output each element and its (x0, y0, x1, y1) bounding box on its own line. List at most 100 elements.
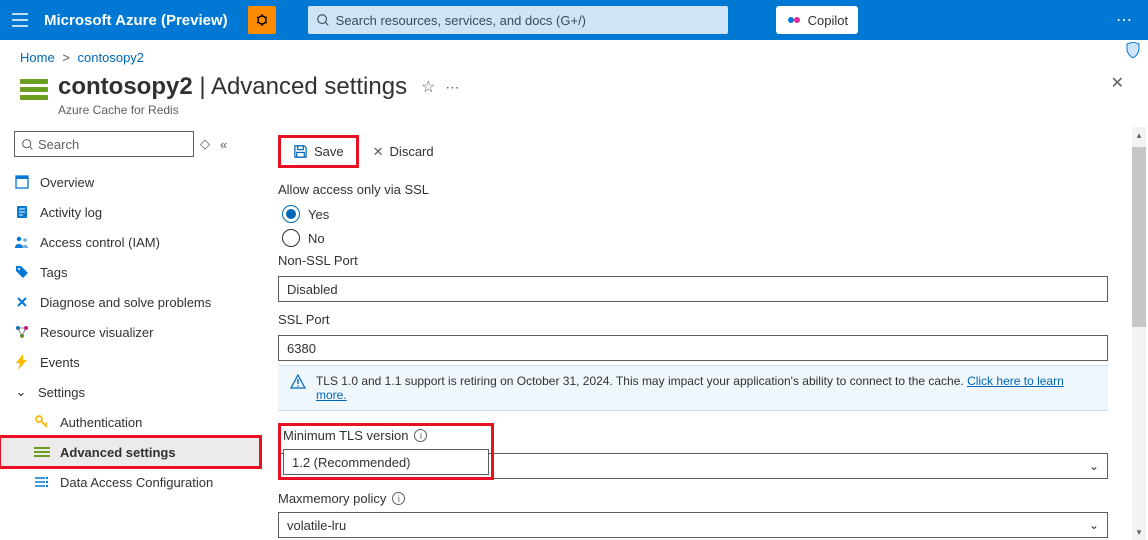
sidebar-group-settings[interactable]: ⌄ Settings (0, 377, 260, 407)
resource-sidebar: Search ◇ « Overview Activity log Access … (0, 127, 260, 540)
collapse-sidebar-icon[interactable]: « (220, 137, 227, 152)
scroll-down-arrow-icon[interactable]: ▾ (1132, 524, 1146, 540)
hamburger-menu-icon[interactable] (8, 8, 32, 32)
scroll-up-arrow-icon[interactable]: ▴ (1132, 127, 1146, 143)
sidebar-label: Settings (38, 385, 85, 400)
radio-unselected-icon (282, 229, 300, 247)
ssl-no-radio[interactable]: No (282, 229, 1130, 247)
shield-icon (1126, 42, 1140, 61)
activity-log-icon (14, 204, 30, 220)
breadcrumb-separator: > (58, 50, 74, 65)
content-toolbar: Save ✕ Discard (278, 135, 1130, 168)
preview-bug-icon[interactable] (248, 6, 276, 34)
tls-version-select-preview: 1.2 (Recommended) (283, 449, 489, 475)
sidebar-item-iam[interactable]: Access control (IAM) (0, 227, 260, 257)
chevron-down-icon: ⌄ (1089, 518, 1099, 532)
sidebar-label: Advanced settings (60, 445, 176, 460)
close-blade-button[interactable]: ✕ (1111, 73, 1124, 93)
highlight-tls: Minimum TLS version i 1.2 (Recommended) (278, 423, 494, 480)
ssl-port-input[interactable]: 6380 (278, 335, 1108, 361)
iam-icon (14, 234, 30, 250)
visualizer-icon (14, 324, 30, 340)
sidebar-item-diagnose[interactable]: Diagnose and solve problems (0, 287, 260, 317)
radio-selected-icon (282, 205, 300, 223)
copilot-button[interactable]: Copilot (776, 6, 858, 34)
advanced-settings-icon (34, 444, 50, 460)
sidebar-label: Data Access Configuration (60, 475, 213, 490)
breadcrumb-home[interactable]: Home (20, 50, 55, 65)
sidebar-label: Diagnose and solve problems (40, 295, 211, 310)
page-title-section: Advanced settings (211, 73, 407, 100)
search-icon (21, 138, 34, 151)
chevron-down-icon: ⌄ (1089, 459, 1099, 473)
radio-label: Yes (308, 207, 329, 222)
sidebar-item-visualizer[interactable]: Resource visualizer (0, 317, 260, 347)
search-icon (316, 13, 330, 27)
sidebar-search-input[interactable]: Search (14, 131, 194, 157)
sidebar-item-advanced-settings[interactable]: Advanced settings (0, 437, 260, 467)
diagnose-icon (14, 294, 30, 310)
sidebar-label: Events (40, 355, 80, 370)
key-icon (34, 414, 50, 430)
page-header: contosopy2 | Advanced settings ☆ ⋯ Azure… (0, 69, 1148, 127)
select-value: 1.2 (Recommended) (292, 455, 411, 470)
sidebar-item-activity-log[interactable]: Activity log (0, 197, 260, 227)
warning-icon (290, 374, 306, 390)
tls-version-label: Minimum TLS version (283, 428, 408, 443)
highlight-save: Save (278, 135, 359, 168)
sidebar-label: Overview (40, 175, 94, 190)
events-icon (14, 354, 30, 370)
info-icon[interactable]: i (414, 429, 427, 442)
radio-label: No (308, 231, 325, 246)
brand-title: Microsoft Azure (Preview) (44, 12, 228, 29)
sidebar-label: Tags (40, 265, 67, 280)
copilot-label: Copilot (808, 13, 848, 28)
breadcrumb: Home > contosopy2 (0, 40, 1148, 69)
breadcrumb-resource[interactable]: contosopy2 (78, 50, 145, 65)
sidebar-item-data-access[interactable]: Data Access Configuration (0, 467, 260, 497)
page-title-resource: contosopy2 (58, 73, 193, 100)
ssl-yes-radio[interactable]: Yes (282, 205, 1130, 223)
discard-button[interactable]: ✕ Discard (363, 140, 444, 164)
page-title: contosopy2 | Advanced settings (58, 73, 407, 101)
sidebar-search-placeholder: Search (38, 137, 79, 152)
redis-resource-icon (20, 79, 48, 103)
global-search-placeholder: Search resources, services, and docs (G+… (336, 13, 586, 28)
save-button[interactable]: Save (283, 140, 354, 163)
content-pane: Save ✕ Discard Allow access only via SSL… (260, 127, 1148, 540)
ssl-port-label: SSL Port (278, 312, 1130, 327)
header-more-icon[interactable]: ⋯ (445, 79, 459, 96)
sidebar-label: Access control (IAM) (40, 235, 160, 250)
nonssl-port-input[interactable]: Disabled (278, 276, 1108, 302)
tags-icon (14, 264, 30, 280)
nonssl-port-label: Non-SSL Port (278, 253, 1130, 268)
pin-icon[interactable]: ◇ (200, 136, 210, 152)
input-value: 6380 (287, 341, 316, 356)
sidebar-label: Activity log (40, 205, 102, 220)
input-value: Disabled (287, 282, 338, 297)
tls-retirement-banner: TLS 1.0 and 1.1 support is retiring on O… (278, 365, 1108, 411)
page-subtitle: Azure Cache for Redis (58, 103, 459, 117)
data-access-icon (34, 474, 50, 490)
sidebar-label: Resource visualizer (40, 325, 153, 340)
global-search-input[interactable]: Search resources, services, and docs (G+… (308, 6, 728, 34)
ssl-access-label: Allow access only via SSL (278, 182, 1130, 197)
discard-label: Discard (390, 144, 434, 159)
sidebar-item-tags[interactable]: Tags (0, 257, 260, 287)
sidebar-item-events[interactable]: Events (0, 347, 260, 377)
sidebar-item-overview[interactable]: Overview (0, 167, 260, 197)
maxmemory-select[interactable]: volatile-lru ⌄ (278, 512, 1108, 538)
copilot-icon (786, 12, 802, 28)
chevron-down-icon: ⌄ (14, 384, 28, 400)
page-title-sep: | (193, 73, 211, 100)
discard-x-icon: ✕ (373, 144, 384, 160)
maxmemory-label: Maxmemory policy (278, 491, 386, 506)
info-icon[interactable]: i (392, 492, 405, 505)
global-topbar: Microsoft Azure (Preview) Search resourc… (0, 0, 1148, 40)
overview-icon (14, 174, 30, 190)
favorite-star-icon[interactable]: ☆ (421, 77, 435, 97)
topbar-more-icon[interactable]: ⋯ (1108, 10, 1140, 30)
select-value: volatile-lru (287, 518, 346, 533)
sidebar-item-authentication[interactable]: Authentication (0, 407, 260, 437)
content-scrollbar-thumb[interactable] (1132, 147, 1146, 327)
